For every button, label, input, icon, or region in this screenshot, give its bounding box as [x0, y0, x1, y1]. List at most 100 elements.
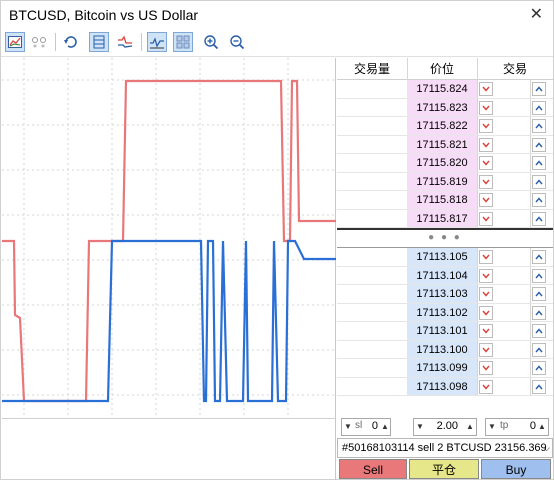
chart-icon[interactable]: [5, 32, 25, 52]
buy-at-level-button[interactable]: [532, 287, 546, 301]
close-icon[interactable]: ✕: [530, 4, 543, 24]
chart-footer: [2, 418, 336, 480]
volume-increase-icon[interactable]: ▲: [464, 419, 476, 435]
buy-at-level-button[interactable]: [532, 137, 546, 152]
price-level: 17115.823: [407, 98, 477, 116]
price-level: 17115.820: [407, 154, 477, 172]
volume-value[interactable]: 2.00: [428, 420, 458, 432]
price-level: 17113.098: [407, 377, 477, 395]
tick-chart[interactable]: [2, 58, 336, 418]
sell-at-level-button[interactable]: [479, 250, 493, 264]
refresh-icon[interactable]: [61, 32, 81, 52]
buy-at-level-button[interactable]: [532, 342, 546, 357]
buy-at-level-button[interactable]: [532, 250, 546, 264]
indicators-icon[interactable]: [173, 32, 193, 52]
level-lines-icon[interactable]: [89, 32, 109, 52]
chevron-down-icon: [482, 254, 490, 260]
sl-increase-icon[interactable]: ▲: [379, 419, 391, 435]
sell-at-level-button[interactable]: [479, 174, 493, 189]
chevron-down-icon: [482, 365, 490, 371]
sell-at-level-button[interactable]: [479, 268, 493, 283]
sell-at-level-button[interactable]: [479, 287, 493, 301]
bid-row: 17113.104: [337, 266, 553, 285]
sell-button[interactable]: Sell: [339, 459, 407, 479]
sell-at-level-button[interactable]: [479, 379, 493, 394]
sl-label: sl: [355, 420, 363, 431]
sell-at-level-button[interactable]: [479, 82, 493, 96]
ask-row: 17115.824: [337, 80, 553, 99]
bid-row: 17113.101: [337, 322, 553, 341]
chevron-down-icon[interactable]: ⌵: [543, 439, 550, 457]
tp-label: tp: [500, 420, 509, 431]
chevron-down-icon: [482, 273, 490, 279]
buy-at-level-button[interactable]: [532, 193, 546, 207]
price-level: 17115.817: [407, 209, 477, 227]
bid-row: 17113.100: [337, 340, 553, 359]
bid-row: 17113.105: [337, 248, 553, 267]
bid-row: 17113.103: [337, 285, 553, 304]
chevron-up-icon: [535, 215, 543, 221]
sl-decrease-icon[interactable]: ▼: [342, 419, 354, 435]
buy-at-level-button[interactable]: [532, 324, 546, 338]
buy-at-level-button[interactable]: [532, 361, 546, 375]
volume-decrease-icon[interactable]: ▼: [414, 419, 426, 435]
sell-at-level-button[interactable]: [479, 119, 493, 133]
buy-at-level-button[interactable]: [532, 174, 546, 189]
tp-increase-icon[interactable]: ▲: [536, 419, 548, 435]
position-select[interactable]: #50168103114 sell 2 BTCUSD 23156.369 ⌵: [337, 438, 553, 458]
price-level: 17113.102: [407, 303, 477, 321]
tick-chart-icon[interactable]: [115, 32, 135, 52]
sell-at-level-button[interactable]: [479, 361, 493, 375]
chevron-up-icon: [535, 197, 543, 203]
sell-at-level-button[interactable]: [479, 324, 493, 338]
sell-at-level-button[interactable]: [479, 342, 493, 357]
sell-at-level-button[interactable]: [479, 211, 493, 226]
bid-row: 17113.102: [337, 303, 553, 322]
zoom-in-icon[interactable]: [201, 32, 221, 52]
volume-chart-icon[interactable]: [147, 32, 167, 52]
ask-row: 17115.819: [337, 172, 553, 191]
close-position-button[interactable]: 平仓: [409, 459, 479, 479]
price-level: 17115.819: [407, 172, 477, 190]
bid-price-line: [2, 239, 336, 403]
sell-at-level-button[interactable]: [479, 137, 493, 152]
chevron-up-icon: [535, 383, 543, 389]
ask-row: 17115.823: [337, 98, 553, 117]
chevron-down-icon: [482, 142, 490, 148]
tp-decrease-icon[interactable]: ▼: [486, 419, 498, 435]
sell-at-level-button[interactable]: [479, 156, 493, 170]
buy-at-level-button[interactable]: [532, 305, 546, 320]
sl-stepper[interactable]: ▼ sl 0 ▲: [341, 418, 391, 436]
chevron-down-icon: [482, 328, 490, 334]
chevron-down-icon: [482, 310, 490, 316]
price-level: 17113.105: [407, 248, 477, 266]
chevron-down-icon: [482, 291, 490, 297]
buy-at-level-button[interactable]: [532, 268, 546, 283]
toolbar: [1, 29, 553, 57]
buy-at-level-button[interactable]: [532, 82, 546, 96]
tp-value[interactable]: 0: [512, 420, 536, 432]
chevron-down-icon: [482, 105, 490, 111]
title-bar: BTCUSD, Bitcoin vs US Dollar ✕: [1, 1, 553, 29]
zoom-out-icon[interactable]: [227, 32, 247, 52]
buy-at-level-button[interactable]: [532, 100, 546, 115]
volume-stepper[interactable]: ▼ 2.00 ▲: [413, 418, 477, 436]
chevron-up-icon: [535, 254, 543, 260]
buy-button[interactable]: Buy: [481, 459, 551, 479]
link-icon[interactable]: [29, 32, 49, 52]
sell-at-level-button[interactable]: [479, 305, 493, 320]
sell-at-level-button[interactable]: [479, 100, 493, 115]
buy-at-level-button[interactable]: [532, 211, 546, 226]
dom-header: 交易量 价位 交易: [337, 58, 553, 80]
buy-at-level-button[interactable]: [532, 156, 546, 170]
chevron-down-icon: [482, 123, 490, 129]
chevron-down-icon: [482, 160, 490, 166]
trading-window: BTCUSD, Bitcoin vs US Dollar ✕ 交易量 价位 交易…: [0, 0, 554, 480]
ask-rows: 17115.824 17115.823 17115.822 17115.821 1711…: [337, 80, 553, 228]
sell-at-level-button[interactable]: [479, 193, 493, 207]
buy-at-level-button[interactable]: [532, 379, 546, 394]
bid-rows: 17113.105 17113.104 17113.103 17113.102 1711…: [337, 248, 553, 396]
buy-at-level-button[interactable]: [532, 119, 546, 133]
sl-value[interactable]: 0: [364, 420, 378, 432]
tp-stepper[interactable]: ▼ tp 0 ▲: [485, 418, 549, 436]
